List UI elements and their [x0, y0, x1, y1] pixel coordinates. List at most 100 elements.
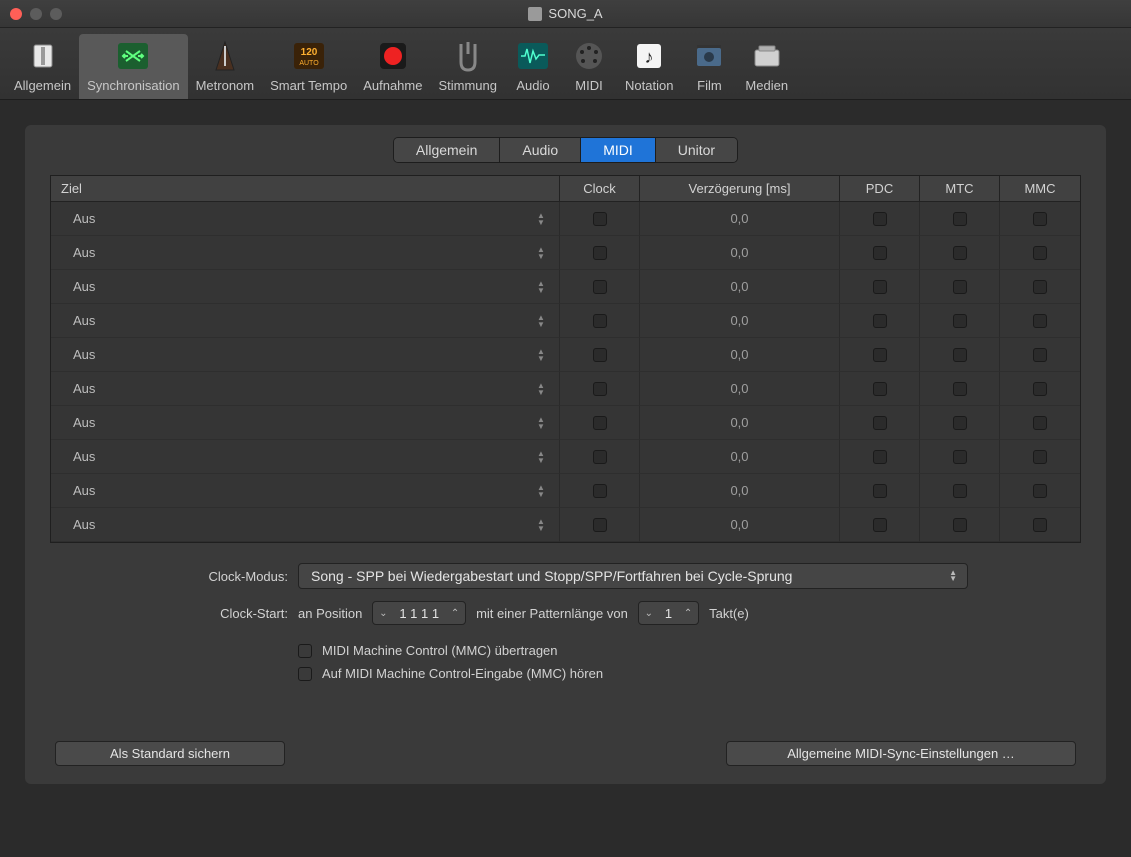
toolbar-film[interactable]: Film	[681, 34, 737, 99]
col-mmc[interactable]: MMC	[1000, 176, 1080, 202]
toolbar-metronom[interactable]: Metronom	[188, 34, 263, 99]
ziel-cell[interactable]: Aus▲▼	[51, 338, 560, 372]
ziel-cell[interactable]: Aus▲▼	[51, 236, 560, 270]
subtab-unitor[interactable]: Unitor	[656, 138, 737, 162]
mmc-checkbox[interactable]	[1033, 280, 1047, 294]
delay-cell[interactable]: 0,0	[640, 202, 840, 236]
minimize-button[interactable]	[30, 8, 42, 20]
chevron-updown-icon[interactable]: ▲▼	[537, 414, 549, 432]
toolbar-audio[interactable]: Audio	[505, 34, 561, 99]
mtc-checkbox[interactable]	[953, 382, 967, 396]
mmc-checkbox[interactable]	[1033, 518, 1047, 532]
ziel-cell[interactable]: Aus▲▼	[51, 270, 560, 304]
pdc-checkbox[interactable]	[873, 212, 887, 226]
toolbar-stimmung[interactable]: Stimmung	[430, 34, 505, 99]
chevron-down-icon[interactable]: ⌄	[639, 608, 659, 619]
delay-cell[interactable]: 0,0	[640, 406, 840, 440]
chevron-updown-icon[interactable]: ▲▼	[537, 482, 549, 500]
delay-cell[interactable]: 0,0	[640, 440, 840, 474]
close-button[interactable]	[10, 8, 22, 20]
toolbar-allgemein[interactable]: Allgemein	[6, 34, 79, 99]
delay-cell[interactable]: 0,0	[640, 372, 840, 406]
ziel-cell[interactable]: Aus▲▼	[51, 474, 560, 508]
ziel-cell[interactable]: Aus▲▼	[51, 372, 560, 406]
mmc-checkbox[interactable]	[1033, 212, 1047, 226]
clock-checkbox[interactable]	[593, 416, 607, 430]
delay-cell[interactable]: 0,0	[640, 508, 840, 542]
general-midi-sync-button[interactable]: Allgemeine MIDI-Sync-Einstellungen …	[726, 741, 1076, 766]
clock-checkbox[interactable]	[593, 280, 607, 294]
ziel-cell[interactable]: Aus▲▼	[51, 304, 560, 338]
clock-checkbox[interactable]	[593, 518, 607, 532]
mtc-checkbox[interactable]	[953, 484, 967, 498]
toolbar-synchronisation[interactable]: Synchronisation	[79, 34, 188, 99]
mmc-transmit-checkbox[interactable]	[298, 644, 312, 658]
chevron-up-icon[interactable]: ⌃	[678, 608, 698, 619]
pdc-checkbox[interactable]	[873, 246, 887, 260]
mmc-checkbox[interactable]	[1033, 314, 1047, 328]
clock-modus-select[interactable]: Song - SPP bei Wiedergabestart und Stopp…	[298, 563, 968, 589]
mtc-checkbox[interactable]	[953, 518, 967, 532]
ziel-cell[interactable]: Aus▲▼	[51, 508, 560, 542]
chevron-updown-icon[interactable]: ▲▼	[537, 312, 549, 330]
mmc-listen-checkbox[interactable]	[298, 667, 312, 681]
delay-cell[interactable]: 0,0	[640, 270, 840, 304]
toolbar-aufnahme[interactable]: Aufnahme	[355, 34, 430, 99]
toolbar-medien[interactable]: Medien	[737, 34, 796, 99]
pdc-checkbox[interactable]	[873, 416, 887, 430]
col-pdc[interactable]: PDC	[840, 176, 920, 202]
mmc-checkbox[interactable]	[1033, 450, 1047, 464]
col-delay[interactable]: Verzögerung [ms]	[640, 176, 840, 202]
toolbar-midi[interactable]: MIDI	[561, 34, 617, 99]
delay-cell[interactable]: 0,0	[640, 304, 840, 338]
pdc-checkbox[interactable]	[873, 450, 887, 464]
clock-checkbox[interactable]	[593, 348, 607, 362]
chevron-updown-icon[interactable]: ▲▼	[537, 278, 549, 296]
mtc-checkbox[interactable]	[953, 314, 967, 328]
clock-checkbox[interactable]	[593, 484, 607, 498]
ziel-cell[interactable]: Aus▲▼	[51, 406, 560, 440]
mmc-checkbox[interactable]	[1033, 484, 1047, 498]
mtc-checkbox[interactable]	[953, 280, 967, 294]
chevron-updown-icon[interactable]: ▲▼	[537, 210, 549, 228]
subtab-audio[interactable]: Audio	[500, 138, 581, 162]
chevron-updown-icon[interactable]: ▲▼	[537, 380, 549, 398]
subtab-allgemein[interactable]: Allgemein	[394, 138, 500, 162]
mtc-checkbox[interactable]	[953, 348, 967, 362]
ziel-cell[interactable]: Aus▲▼	[51, 440, 560, 474]
delay-cell[interactable]: 0,0	[640, 338, 840, 372]
mtc-checkbox[interactable]	[953, 212, 967, 226]
position-stepper[interactable]: ⌄ 1 1 1 1 ⌃	[372, 601, 466, 625]
col-ziel[interactable]: Ziel	[51, 176, 560, 202]
mmc-checkbox[interactable]	[1033, 416, 1047, 430]
mtc-checkbox[interactable]	[953, 450, 967, 464]
clock-checkbox[interactable]	[593, 382, 607, 396]
maximize-button[interactable]	[50, 8, 62, 20]
pdc-checkbox[interactable]	[873, 348, 887, 362]
col-clock[interactable]: Clock	[560, 176, 640, 202]
chevron-down-icon[interactable]: ⌄	[373, 608, 393, 619]
delay-cell[interactable]: 0,0	[640, 236, 840, 270]
save-as-default-button[interactable]: Als Standard sichern	[55, 741, 285, 766]
delay-cell[interactable]: 0,0	[640, 474, 840, 508]
mmc-checkbox[interactable]	[1033, 246, 1047, 260]
mmc-checkbox[interactable]	[1033, 382, 1047, 396]
chevron-updown-icon[interactable]: ▲▼	[537, 516, 549, 534]
toolbar-notation[interactable]: ♪Notation	[617, 34, 681, 99]
clock-checkbox[interactable]	[593, 314, 607, 328]
pdc-checkbox[interactable]	[873, 314, 887, 328]
clock-checkbox[interactable]	[593, 212, 607, 226]
chevron-updown-icon[interactable]: ▲▼	[537, 346, 549, 364]
ziel-cell[interactable]: Aus▲▼	[51, 202, 560, 236]
pdc-checkbox[interactable]	[873, 280, 887, 294]
pdc-checkbox[interactable]	[873, 484, 887, 498]
chevron-updown-icon[interactable]: ▲▼	[537, 244, 549, 262]
mtc-checkbox[interactable]	[953, 246, 967, 260]
mmc-checkbox[interactable]	[1033, 348, 1047, 362]
clock-checkbox[interactable]	[593, 246, 607, 260]
pdc-checkbox[interactable]	[873, 382, 887, 396]
col-mtc[interactable]: MTC	[920, 176, 1000, 202]
chevron-updown-icon[interactable]: ▲▼	[537, 448, 549, 466]
pattern-length-stepper[interactable]: ⌄ 1 ⌃	[638, 601, 699, 625]
pdc-checkbox[interactable]	[873, 518, 887, 532]
